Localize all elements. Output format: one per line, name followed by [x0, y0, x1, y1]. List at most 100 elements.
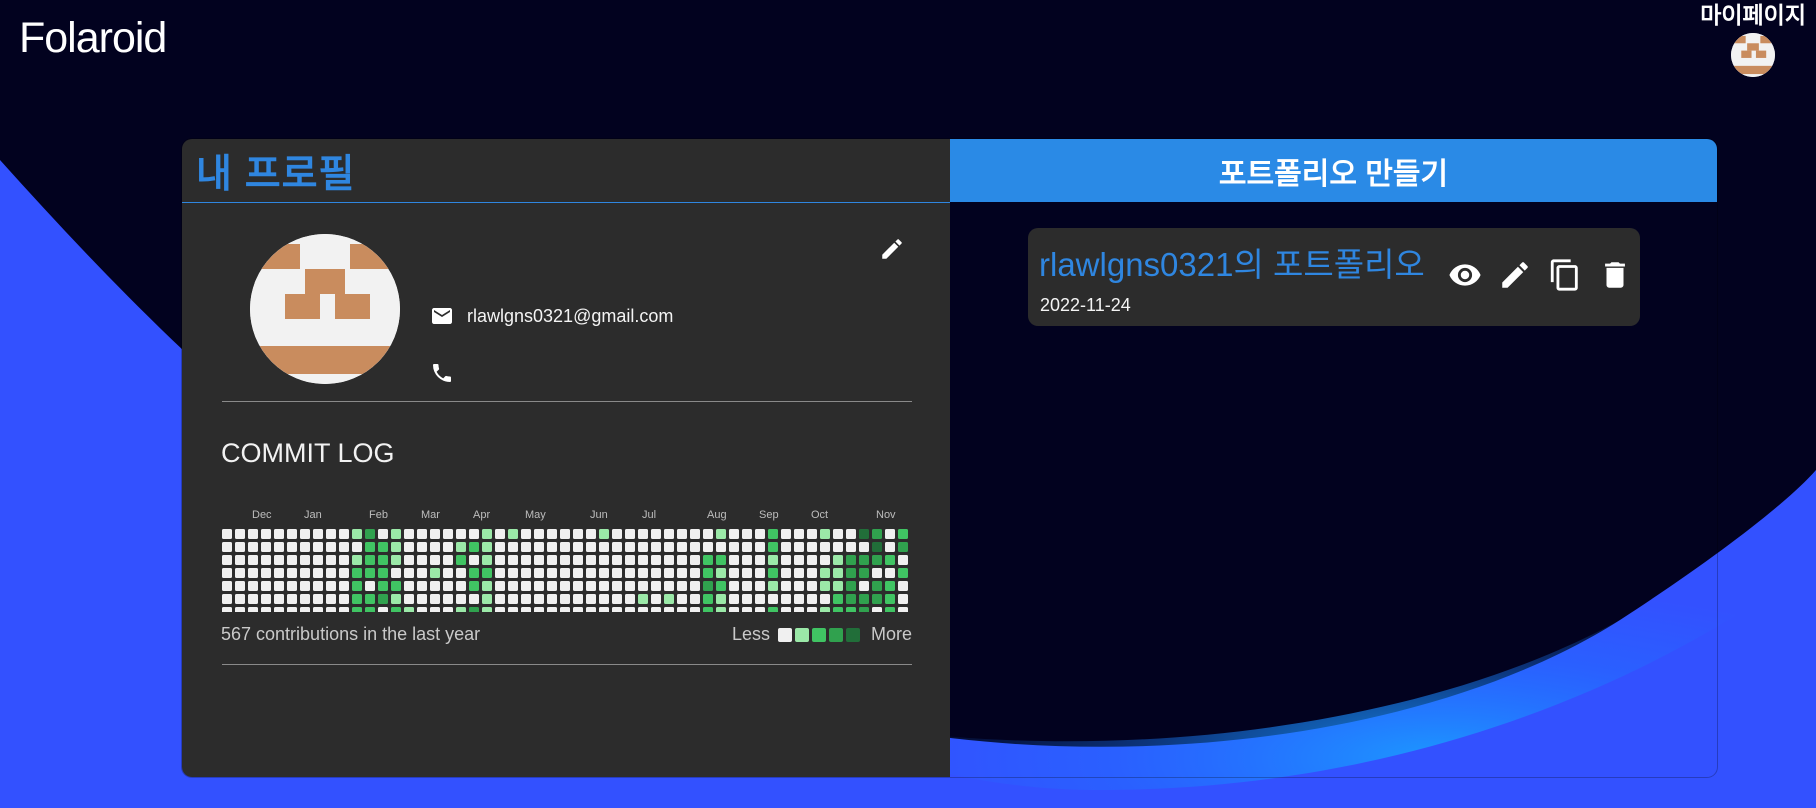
contribution-cell: [404, 581, 414, 591]
contribution-cell: [482, 568, 492, 578]
contribution-cell: [703, 555, 713, 565]
contribution-cell: [586, 594, 596, 604]
contribution-cell: [625, 542, 635, 552]
contribution-cell: [599, 542, 609, 552]
contribution-cell: [352, 607, 362, 612]
contribution-cell: [898, 555, 908, 565]
trash-icon[interactable]: [1598, 258, 1632, 292]
contribution-cell: [599, 555, 609, 565]
contribution-cell: [807, 529, 817, 539]
contribution-cell: [534, 542, 544, 552]
contribution-cell: [573, 594, 583, 604]
contribution-cell: [326, 581, 336, 591]
contribution-cell: [885, 594, 895, 604]
pixel-avatar-icon[interactable]: [1731, 33, 1776, 77]
contribution-cell: [560, 581, 570, 591]
contribution-cell: [807, 594, 817, 604]
contribution-cell: [846, 568, 856, 578]
contribution-cell: [547, 542, 557, 552]
contribution-cell: [482, 542, 492, 552]
contribution-cell: [482, 555, 492, 565]
contribution-cell: [768, 607, 778, 612]
contribution-cell: [768, 555, 778, 565]
contribution-cell: [781, 555, 791, 565]
contribution-cell: [456, 568, 466, 578]
contribution-cell: [755, 594, 765, 604]
contribution-cell: [547, 555, 557, 565]
contribution-cell: [872, 581, 882, 591]
contribution-cell: [521, 581, 531, 591]
contribution-cell: [417, 568, 427, 578]
contribution-cell: [417, 581, 427, 591]
contribution-cell: [495, 529, 505, 539]
mypage-menu[interactable]: 마이페이지: [1700, 2, 1806, 77]
contribution-cell: [508, 529, 518, 539]
contribution-cell: [404, 607, 414, 612]
contribution-cell: [651, 581, 661, 591]
contribution-cell: [599, 607, 609, 612]
contribution-cell: [443, 568, 453, 578]
contribution-cell: [313, 555, 323, 565]
contribution-cell: [742, 594, 752, 604]
eye-icon[interactable]: [1448, 258, 1482, 292]
portfolio-title[interactable]: rlawlgns0321의 포트폴리오: [1039, 238, 1425, 286]
create-portfolio-button[interactable]: 포트폴리오 만들기: [950, 139, 1717, 202]
month-label: Jan: [304, 509, 322, 521]
contribution-cell: [898, 594, 908, 604]
app-logo[interactable]: Folaroid: [19, 14, 167, 63]
contribution-cell: [222, 555, 232, 565]
contribution-cell: [664, 607, 674, 612]
pencil-icon[interactable]: [879, 236, 905, 262]
contribution-cell: [781, 581, 791, 591]
contribution-cell: [274, 568, 284, 578]
contribution-cell: [573, 568, 583, 578]
contribution-cell: [417, 555, 427, 565]
contribution-cell: [248, 607, 258, 612]
contribution-cell: [872, 529, 882, 539]
email-row: rlawlgns0321@gmail.com: [430, 304, 673, 328]
heatmap-legend: Less More: [732, 624, 912, 645]
contribution-cell: [391, 568, 401, 578]
contribution-cell: [742, 529, 752, 539]
legend-swatch-3: [828, 627, 843, 642]
copy-icon[interactable]: [1548, 258, 1582, 292]
contributions-summary: 567 contributions in the last year: [221, 624, 481, 644]
contribution-cell: [898, 529, 908, 539]
month-label: Apr: [473, 509, 490, 521]
contribution-cell: [651, 594, 661, 604]
contribution-cell: [898, 607, 908, 612]
contribution-cell: [235, 555, 245, 565]
contribution-cell: [677, 542, 687, 552]
contribution-cell: [599, 529, 609, 539]
contribution-cell: [365, 529, 375, 539]
contribution-cell: [690, 607, 700, 612]
contribution-cell: [729, 529, 739, 539]
profile-section: 내 프로필 rlawlgns0321@gmail.com COMMIT LOG …: [182, 139, 950, 777]
contribution-cell: [404, 555, 414, 565]
contribution-cell: [820, 568, 830, 578]
contribution-cell: [859, 568, 869, 578]
contribution-cell: [300, 568, 310, 578]
contribution-cell: [521, 542, 531, 552]
contribution-cell: [352, 555, 362, 565]
mail-icon: [432, 308, 452, 324]
contribution-cell: [573, 581, 583, 591]
mypage-label[interactable]: 마이페이지: [1700, 2, 1806, 28]
contribution-cell: [638, 581, 648, 591]
contribution-cell: [638, 568, 648, 578]
contribution-cell: [742, 607, 752, 612]
contribution-cell: [378, 607, 388, 612]
pencil-icon[interactable]: [1498, 258, 1532, 292]
portfolio-actions: [1432, 258, 1632, 292]
contribution-cell: [573, 607, 583, 612]
contribution-cell: [313, 607, 323, 612]
contribution-cell: [859, 542, 869, 552]
contribution-cell: [378, 542, 388, 552]
month-label: Mar: [421, 509, 440, 521]
contribution-cell: [391, 555, 401, 565]
contribution-cell: [365, 607, 375, 612]
month-label: May: [525, 509, 546, 521]
contribution-cell: [417, 594, 427, 604]
contribution-cell: [703, 594, 713, 604]
contribution-cell: [404, 568, 414, 578]
